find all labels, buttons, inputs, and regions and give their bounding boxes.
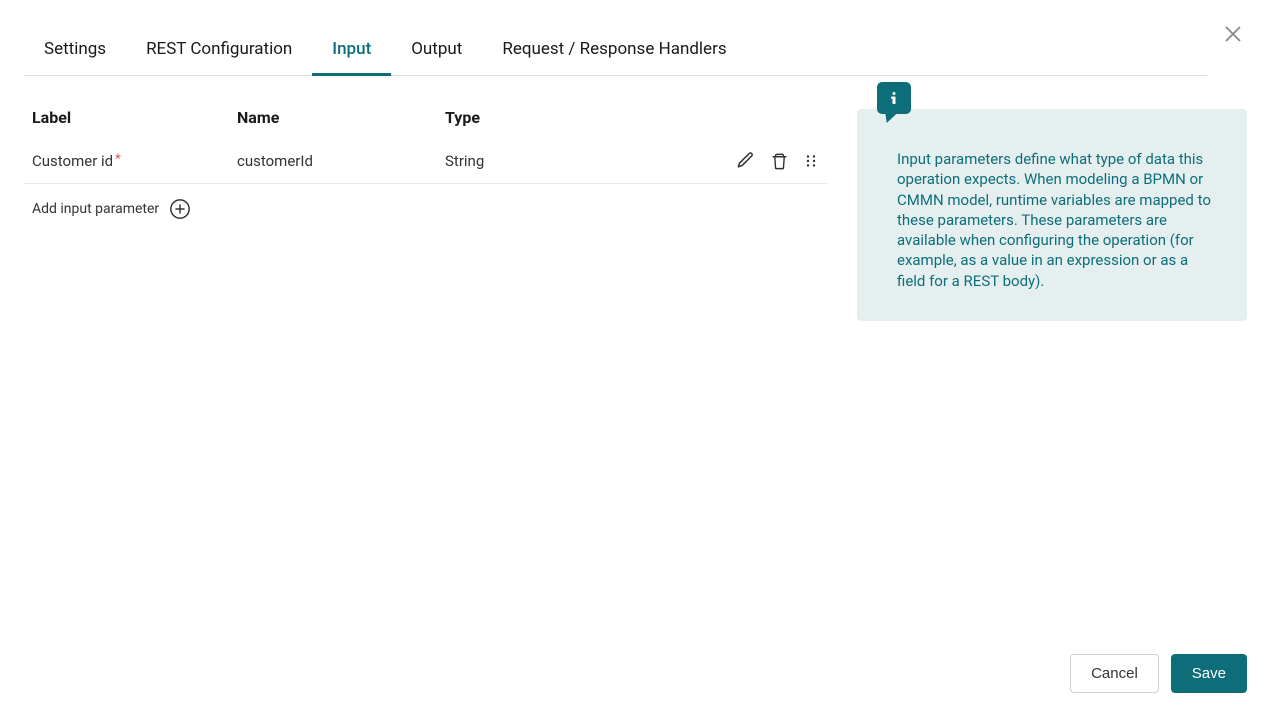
info-panel: Input parameters define what type of dat…: [857, 96, 1247, 689]
save-button[interactable]: Save: [1171, 654, 1247, 693]
add-input-parameter-button[interactable]: Add input parameter: [24, 184, 827, 234]
info-text: Input parameters define what type of dat…: [857, 109, 1247, 321]
cancel-button[interactable]: Cancel: [1070, 654, 1159, 693]
column-header-type: Type: [445, 108, 709, 127]
parameters-table: Label Name Type Customer id* customerId …: [24, 96, 827, 689]
tab-rest-configuration[interactable]: REST Configuration: [126, 25, 312, 76]
row-type: String: [445, 152, 709, 170]
delete-icon[interactable]: [769, 151, 789, 171]
tab-input[interactable]: Input: [312, 25, 391, 76]
tab-bar: Settings REST Configuration Input Output…: [24, 24, 1207, 76]
column-header-name: Name: [237, 108, 445, 127]
table-header: Label Name Type: [24, 96, 827, 139]
tab-settings[interactable]: Settings: [24, 25, 126, 76]
required-indicator: *: [115, 152, 121, 167]
row-label: Customer id: [32, 152, 113, 170]
tab-request-response-handlers[interactable]: Request / Response Handlers: [482, 25, 746, 76]
tab-output[interactable]: Output: [391, 25, 482, 76]
close-icon[interactable]: [1223, 24, 1243, 44]
column-header-label: Label: [32, 108, 237, 127]
drag-handle-icon[interactable]: [803, 151, 819, 171]
info-icon: [877, 82, 911, 114]
dialog-footer: Cancel Save: [1070, 654, 1247, 693]
edit-icon[interactable]: [735, 151, 755, 171]
plus-circle-icon: [169, 198, 191, 220]
table-row: Customer id* customerId String: [24, 139, 827, 184]
add-label: Add input parameter: [32, 201, 159, 217]
row-name: customerId: [237, 152, 445, 170]
